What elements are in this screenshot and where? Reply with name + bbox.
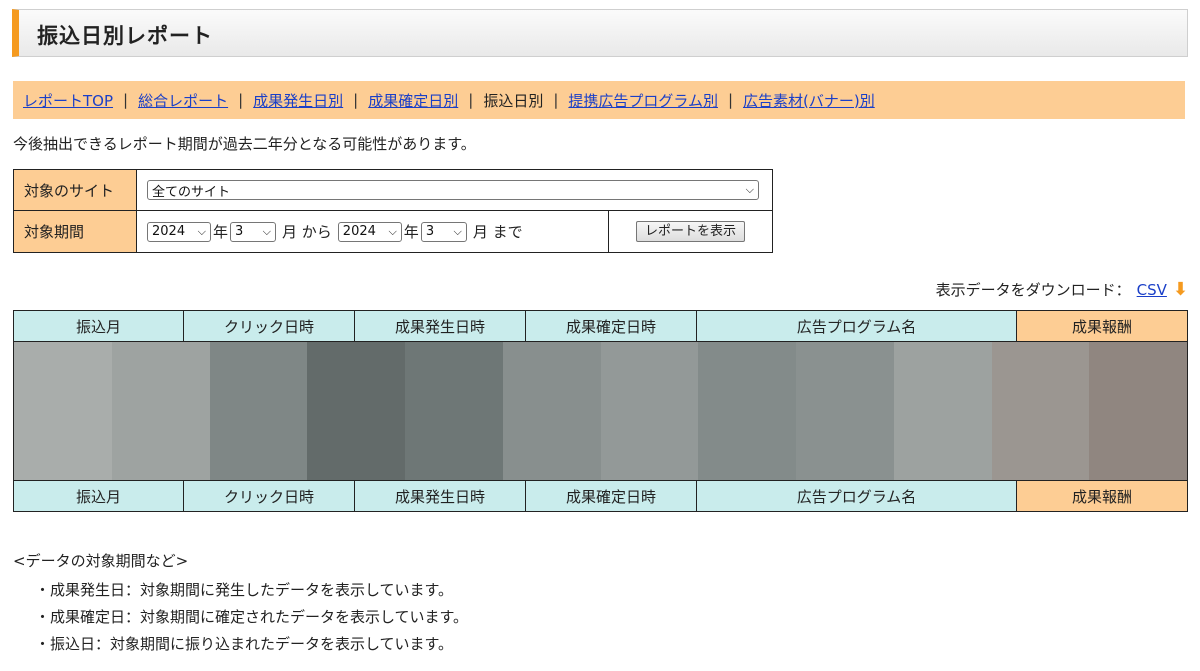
from-year-select[interactable]: 2024 ⌵ [147,221,211,242]
col-header-reward: 成果報酬 [1017,311,1187,341]
chevron-down-icon: ⌵ [388,224,397,238]
nav-link-by-banner[interactable]: 広告素材(バナー)別 [743,90,875,111]
note-item: ・成果発生日：対象期間に発生したデータを表示しています。 [35,581,454,599]
from-year-value: 2024 [152,224,186,239]
site-label: 対象のサイト [13,169,137,211]
year-unit: 年 [213,223,229,241]
nav-current-by-payment-date: 振込日別 [483,91,544,110]
col-footer-payment-month: 振込月 [14,481,184,511]
nav-separator: | [123,91,129,109]
nav-separator: | [727,91,734,109]
month-to-text: 月 まで [472,223,523,241]
nav-link-summary[interactable]: 総合レポート [138,90,228,111]
to-year-select[interactable]: 2024 ⌵ [337,221,402,242]
col-header-occurrence-datetime: 成果発生日時 [355,311,526,341]
blurred-data-rows [14,342,1187,480]
col-footer-program-name: 広告プログラム名 [697,481,1017,511]
nav-separator: | [553,91,559,109]
note-item: ・振込日：対象期間に振り込まれたデータを表示しています。 [35,635,454,653]
download-label: 表示データをダウンロード： [935,281,1131,299]
period-notice: 今後抽出できるレポート期間が過去二年分となる可能性があります。 [13,135,476,153]
col-footer-occurrence-datetime: 成果発生日時 [355,481,526,511]
from-month-select[interactable]: 3 ⌵ [230,221,277,242]
notes-list: ・成果発生日：対象期間に発生したデータを表示しています。 ・成果確定日：対象期間… [13,579,468,654]
page-header: 振込日別レポート [12,9,1188,57]
report-nav: レポートTOP | 総合レポート | 成果発生日別 | 成果確定日別 | 振込日… [13,81,1185,119]
table-footer-row: 振込月 クリック日時 成果発生日時 成果確定日時 広告プログラム名 成果報酬 [14,480,1187,511]
nav-link-by-program[interactable]: 提携広告プログラム別 [568,90,718,111]
nav-link-report-top[interactable]: レポートTOP [23,90,113,111]
page-title: 振込日別レポート [37,24,213,48]
from-month-value: 3 [235,224,244,239]
show-report-button[interactable]: レポートを表示 [635,221,745,242]
col-header-payment-month: 振込月 [14,311,184,341]
col-footer-reward: 成果報酬 [1017,481,1187,511]
nav-separator: | [238,91,244,109]
download-area: 表示データをダウンロード： CSV ⬇ [936,279,1188,300]
year-unit: 年 [403,223,419,241]
note-item: ・成果確定日：対象期間に確定されたデータを表示しています。 [35,608,469,626]
col-header-confirmation-datetime: 成果確定日時 [526,311,697,341]
col-header-program-name: 広告プログラム名 [697,311,1017,341]
chevron-down-icon: ⌵ [197,224,206,238]
site-select[interactable]: 全てのサイト ⌵ [147,180,759,200]
col-footer-confirmation-datetime: 成果確定日時 [526,481,697,511]
filter-form: 対象のサイト 全てのサイト ⌵ 対象期間 2024 ⌵ 年 3 ⌵ 月 から 2… [13,169,773,253]
chevron-down-icon: ⌵ [453,224,462,238]
chevron-down-icon: ⌵ [745,183,754,196]
nav-link-by-confirmation-date[interactable]: 成果確定日別 [368,90,458,111]
period-label: 対象期間 [13,210,137,253]
nav-separator: | [353,91,359,109]
csv-download-link[interactable]: CSV [1137,281,1167,299]
notes-section: <データの対象期間など> ・成果発生日：対象期間に発生したデータを表示しています… [13,550,468,660]
month-from-text: 月 から [282,223,332,241]
site-select-value: 全てのサイト [152,184,231,200]
col-footer-click-datetime: クリック日時 [184,481,355,511]
nav-link-by-occurrence-date[interactable]: 成果発生日別 [253,90,343,111]
download-arrow-icon[interactable]: ⬇ [1173,279,1188,300]
report-table: 振込月 クリック日時 成果発生日時 成果確定日時 広告プログラム名 成果報酬 振… [13,310,1188,512]
to-year-value: 2024 [342,224,376,239]
table-header-row: 振込月 クリック日時 成果発生日時 成果確定日時 広告プログラム名 成果報酬 [14,311,1187,342]
col-header-click-datetime: クリック日時 [184,311,355,341]
nav-separator: | [468,91,474,109]
notes-heading: <データの対象期間など> [13,552,189,570]
chevron-down-icon: ⌵ [262,224,272,238]
to-month-value: 3 [425,224,435,239]
to-month-select[interactable]: 3 ⌵ [420,221,467,242]
